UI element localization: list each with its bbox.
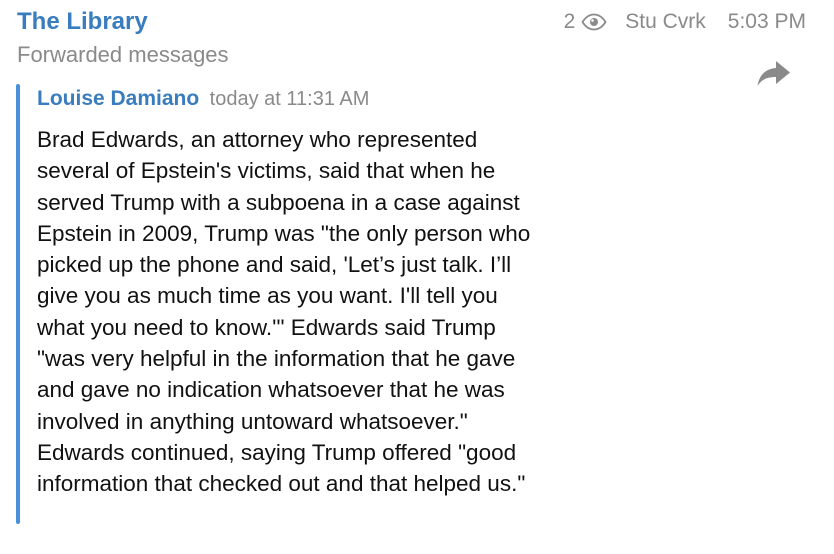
message-text-line: and gave no indication whatsoever that h… [37,377,505,403]
post-time: 5:03 PM [727,10,806,33]
message-text-line: Brad Edwards, an attorney who represente… [37,127,478,152]
eye-icon [581,13,607,31]
forward-quote-bar [16,84,20,524]
message-text-line: information that checked out and that he… [37,471,526,497]
message-meta: 2 Stu Cvrk 5:03 PM [564,10,806,34]
share-button[interactable] [756,57,792,89]
message-text-line: give you as much time as you want. I'll … [37,283,498,309]
channel-title[interactable]: The Library [17,8,148,36]
forwarded-label: Forwarded messages [17,42,229,67]
message-text-line: served Trump with a subpoena in a case a… [37,189,520,215]
views-count: 2 [563,10,576,33]
message-text-line: involved in anything untoward whatsoever… [37,408,468,434]
message-text-line: picked up the phone and said, 'Let’s jus… [37,252,512,278]
message-text: Brad Edwards, an attorney who represente… [37,124,817,500]
forwarded-date: today at 11:31 AM [209,88,370,110]
message-text-line: Epstein in 2009, Trump was "the only per… [37,220,531,246]
message-text-line: Edwards continued, saying Trump offered … [37,439,517,465]
message-text-line: several of Epstein's victims, said that … [37,158,496,184]
message-text-line: what you need to know.'" Edwards said Tr… [37,314,496,340]
message-text-line: "was very helpful in the information tha… [37,346,516,372]
share-arrow-icon [757,61,790,86]
forwarded-header: Louise Damiano today at 11:31 AM [37,87,369,111]
forwarded-author-link[interactable]: Louise Damiano [37,87,199,110]
post-author-sign: Stu Cvrk [625,10,706,33]
